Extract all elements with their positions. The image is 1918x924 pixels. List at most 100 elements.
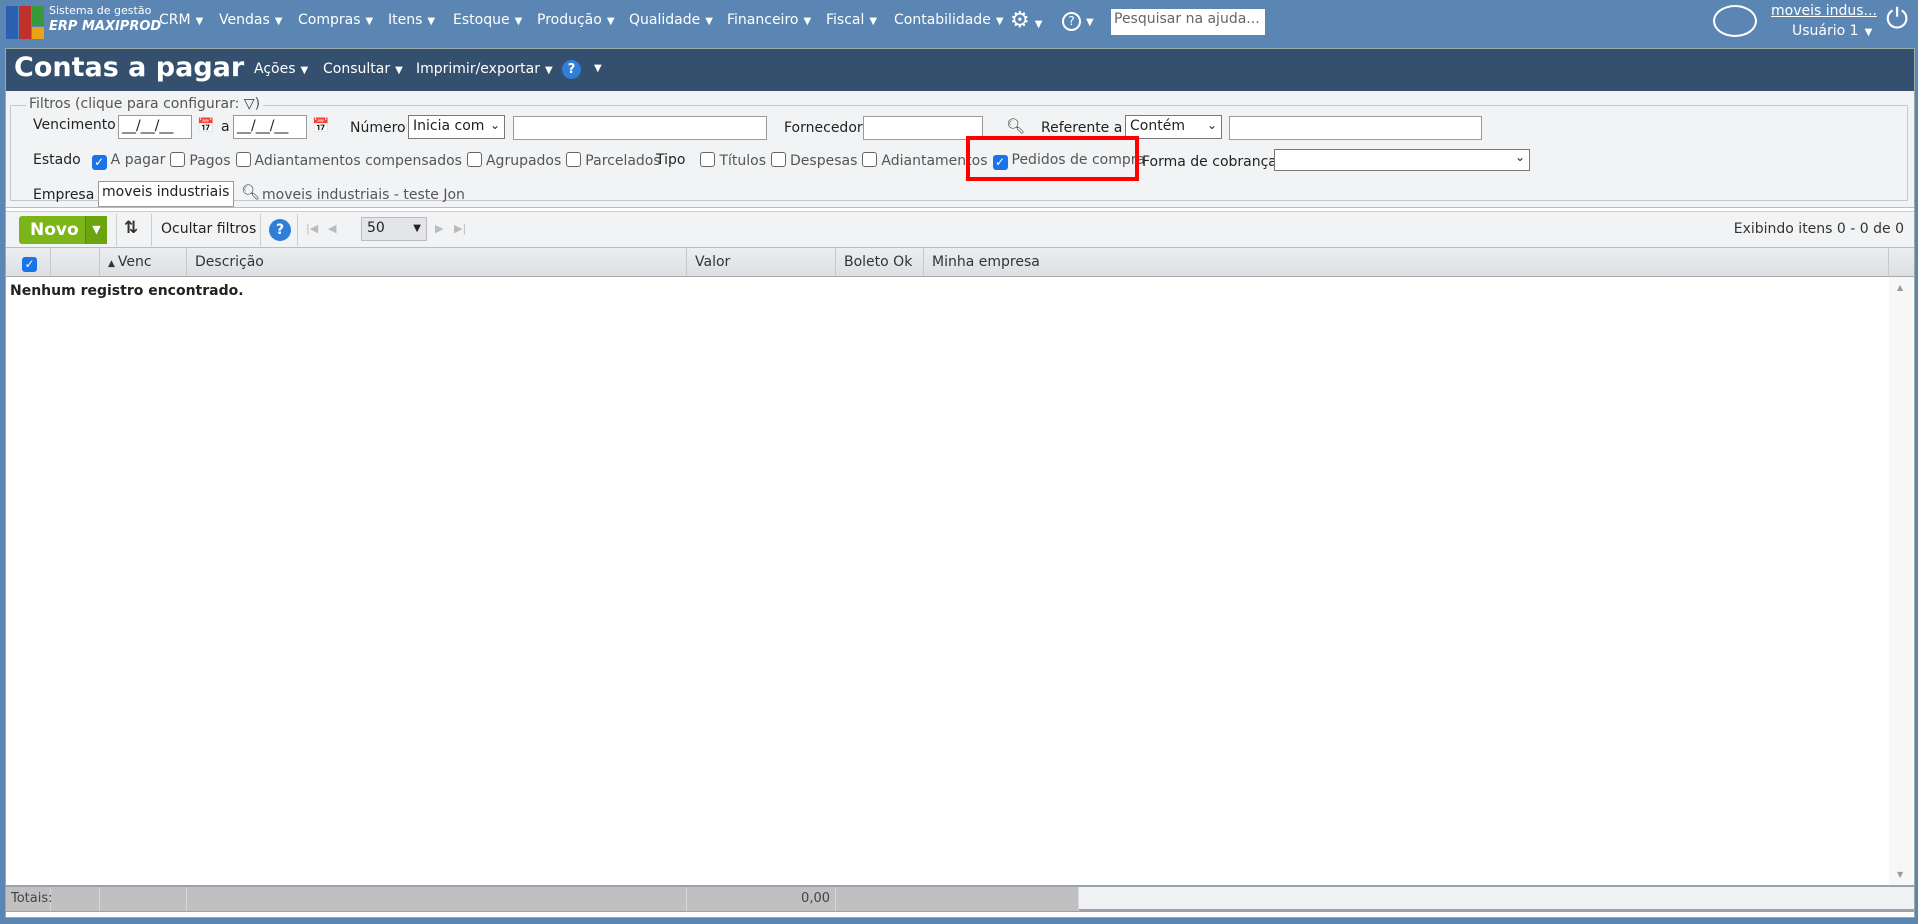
column-header-boleto-ok[interactable]: Boleto Ok	[836, 248, 924, 276]
empresa-input[interactable]: moveis industriais -	[98, 181, 234, 207]
column-header-venc[interactable]: ▲ Venc	[100, 248, 187, 276]
numero-label: Número	[350, 120, 406, 136]
prev-page-icon[interactable]: ◀	[328, 222, 336, 235]
caret-down-icon: ▼	[803, 16, 812, 27]
scroll-up-icon[interactable]: ▲	[1897, 283, 1903, 292]
caret-down-icon: ▼	[427, 16, 436, 27]
menu-crm[interactable]: CRM ▼	[159, 12, 203, 28]
filters-legend[interactable]: Filtros (clique para configurar: ▽)	[26, 96, 264, 112]
checkbox-agrupados[interactable]: Agrupados	[466, 152, 561, 170]
menu-label: Fiscal	[826, 12, 865, 28]
totals-cell	[187, 887, 687, 911]
select-value: Inicia com	[413, 118, 485, 134]
power-icon[interactable]: ⏻	[1886, 4, 1908, 34]
checkbox-adiantamentos-compensados[interactable]: Adiantamentos compensados	[235, 152, 462, 170]
checkbox-parcelados[interactable]: Parcelados	[566, 152, 661, 170]
search-icon[interactable]: 🔍︎	[1006, 117, 1025, 135]
novo-dropdown-caret-icon[interactable]: ▼	[85, 216, 107, 244]
menu-consultar[interactable]: Consultar ▼	[323, 61, 403, 77]
search-icon[interactable]: 🔍︎	[241, 183, 260, 201]
ocultar-filtros-button[interactable]: Ocultar filtros	[161, 221, 256, 237]
checkbox-checked-icon: ✓	[22, 257, 37, 272]
caret-down-icon: ▼	[274, 16, 283, 27]
page-size-select[interactable]: 50 ▼	[361, 217, 427, 241]
company-link[interactable]: moveis indus...	[1771, 3, 1877, 19]
calendar-icon[interactable]: 📅	[197, 118, 214, 134]
caret-down-icon: ▼	[995, 16, 1004, 27]
menu-acoes[interactable]: Ações ▼	[254, 61, 308, 77]
numero-operator-select[interactable]: Inicia com ⌄	[408, 115, 505, 139]
help-icon[interactable]: ? ▼	[1062, 10, 1094, 31]
column-header-valor[interactable]: Valor	[687, 248, 836, 276]
legend-text: Filtros (clique para configurar:	[29, 96, 240, 112]
totals-label: Totais:	[6, 887, 53, 911]
last-page-icon[interactable]: ▶|	[454, 222, 466, 235]
menu-fiscal[interactable]: Fiscal ▼	[826, 12, 877, 28]
first-page-icon[interactable]: |◀	[306, 222, 318, 235]
logo-icon[interactable]	[6, 6, 44, 39]
column-header-minha-empresa[interactable]: Minha empresa	[924, 248, 1889, 276]
empty-message: Nenhum registro encontrado.	[10, 283, 244, 299]
help-icon[interactable]: ?	[269, 219, 291, 241]
checkbox-icon	[566, 152, 582, 167]
vertical-scrollbar[interactable]: ▲ ▼	[1889, 277, 1913, 885]
column-label: Venc	[117, 254, 152, 270]
forma-cobranca-select[interactable]: ⌄	[1274, 149, 1530, 171]
divider	[260, 214, 261, 246]
settings-gear-icon[interactable]: ⚙ ▼	[1010, 8, 1042, 33]
menu-label: Qualidade	[629, 12, 701, 28]
logo-subtitle: Sistema de gestão	[49, 4, 152, 17]
menu-imprimir-exportar[interactable]: Imprimir/exportar ▼	[416, 61, 553, 77]
scroll-down-icon[interactable]: ▼	[1897, 870, 1903, 879]
menu-producao[interactable]: Produção ▼	[537, 12, 615, 28]
menu-label: Itens	[388, 12, 423, 28]
caret-down-icon: ▼	[1034, 19, 1043, 30]
estado-label: Estado	[33, 152, 81, 168]
caret-down-icon: ▼	[395, 65, 403, 76]
divider	[116, 214, 117, 246]
fornecedor-input[interactable]	[863, 116, 983, 140]
referente-input[interactable]	[1229, 116, 1482, 140]
select-all-checkbox[interactable]: ✓	[6, 248, 51, 276]
date-from-input[interactable]: __/__/__	[118, 115, 192, 139]
empresa-label: Empresa	[33, 187, 95, 203]
menu-compras[interactable]: Compras ▼	[298, 12, 373, 28]
chat-bubble-icon[interactable]	[1713, 5, 1757, 37]
menu-contabilidade[interactable]: Contabilidade ▼	[894, 12, 1004, 28]
table-header: ✓ ▲ Venc Descrição Valor Boleto Ok Minha …	[6, 247, 1914, 277]
user-menu[interactable]: Usuário 1 ▼	[1792, 23, 1872, 39]
funnel-icon[interactable]: ▽	[244, 96, 255, 112]
tipo-label: Tipo	[656, 152, 686, 168]
checkbox-despesas[interactable]: Despesas	[771, 152, 857, 170]
caret-down-icon[interactable]: ▼	[594, 63, 602, 74]
referente-operator-select[interactable]: Contém ⌄	[1125, 115, 1222, 139]
checkbox-titulos[interactable]: Títulos	[700, 152, 766, 170]
fornecedor-label: Fornecedor	[784, 120, 863, 136]
menu-qualidade[interactable]: Qualidade ▼	[629, 12, 713, 28]
menu-label: Produção	[537, 12, 602, 28]
totals-row: Totais: 0,00	[6, 885, 1914, 912]
between-label: a	[221, 119, 230, 135]
help-icon[interactable]: ?	[562, 60, 581, 79]
refresh-icon[interactable]: ⇅	[124, 218, 138, 238]
select-value: Contém	[1130, 118, 1185, 134]
help-search-input[interactable]: Pesquisar na ajuda...	[1111, 9, 1265, 35]
novo-label: Novo	[30, 220, 79, 240]
caret-down-icon: ▼	[413, 223, 421, 234]
numero-input[interactable]	[513, 116, 767, 140]
menu-estoque[interactable]: Estoque ▼	[453, 12, 522, 28]
menu-financeiro[interactable]: Financeiro ▼	[727, 12, 811, 28]
column-header-descricao[interactable]: Descrição	[187, 248, 687, 276]
date-to-input[interactable]: __/__/__	[233, 115, 307, 139]
estado-group: Estado ✓ A pagar Pagos Adiantamentos comp…	[33, 152, 661, 170]
divider	[297, 214, 298, 246]
menu-itens[interactable]: Itens ▼	[388, 12, 435, 28]
next-page-icon[interactable]: ▶	[435, 222, 443, 235]
checkbox-pagos[interactable]: Pagos	[170, 152, 231, 170]
novo-button[interactable]: Novo ▼	[19, 216, 107, 244]
caret-down-icon: ▼	[606, 16, 615, 27]
calendar-icon[interactable]: 📅	[312, 118, 329, 134]
menu-vendas[interactable]: Vendas ▼	[219, 12, 282, 28]
caret-down-icon: ▼	[195, 16, 204, 27]
checkbox-a-pagar[interactable]: ✓ A pagar	[91, 152, 165, 170]
